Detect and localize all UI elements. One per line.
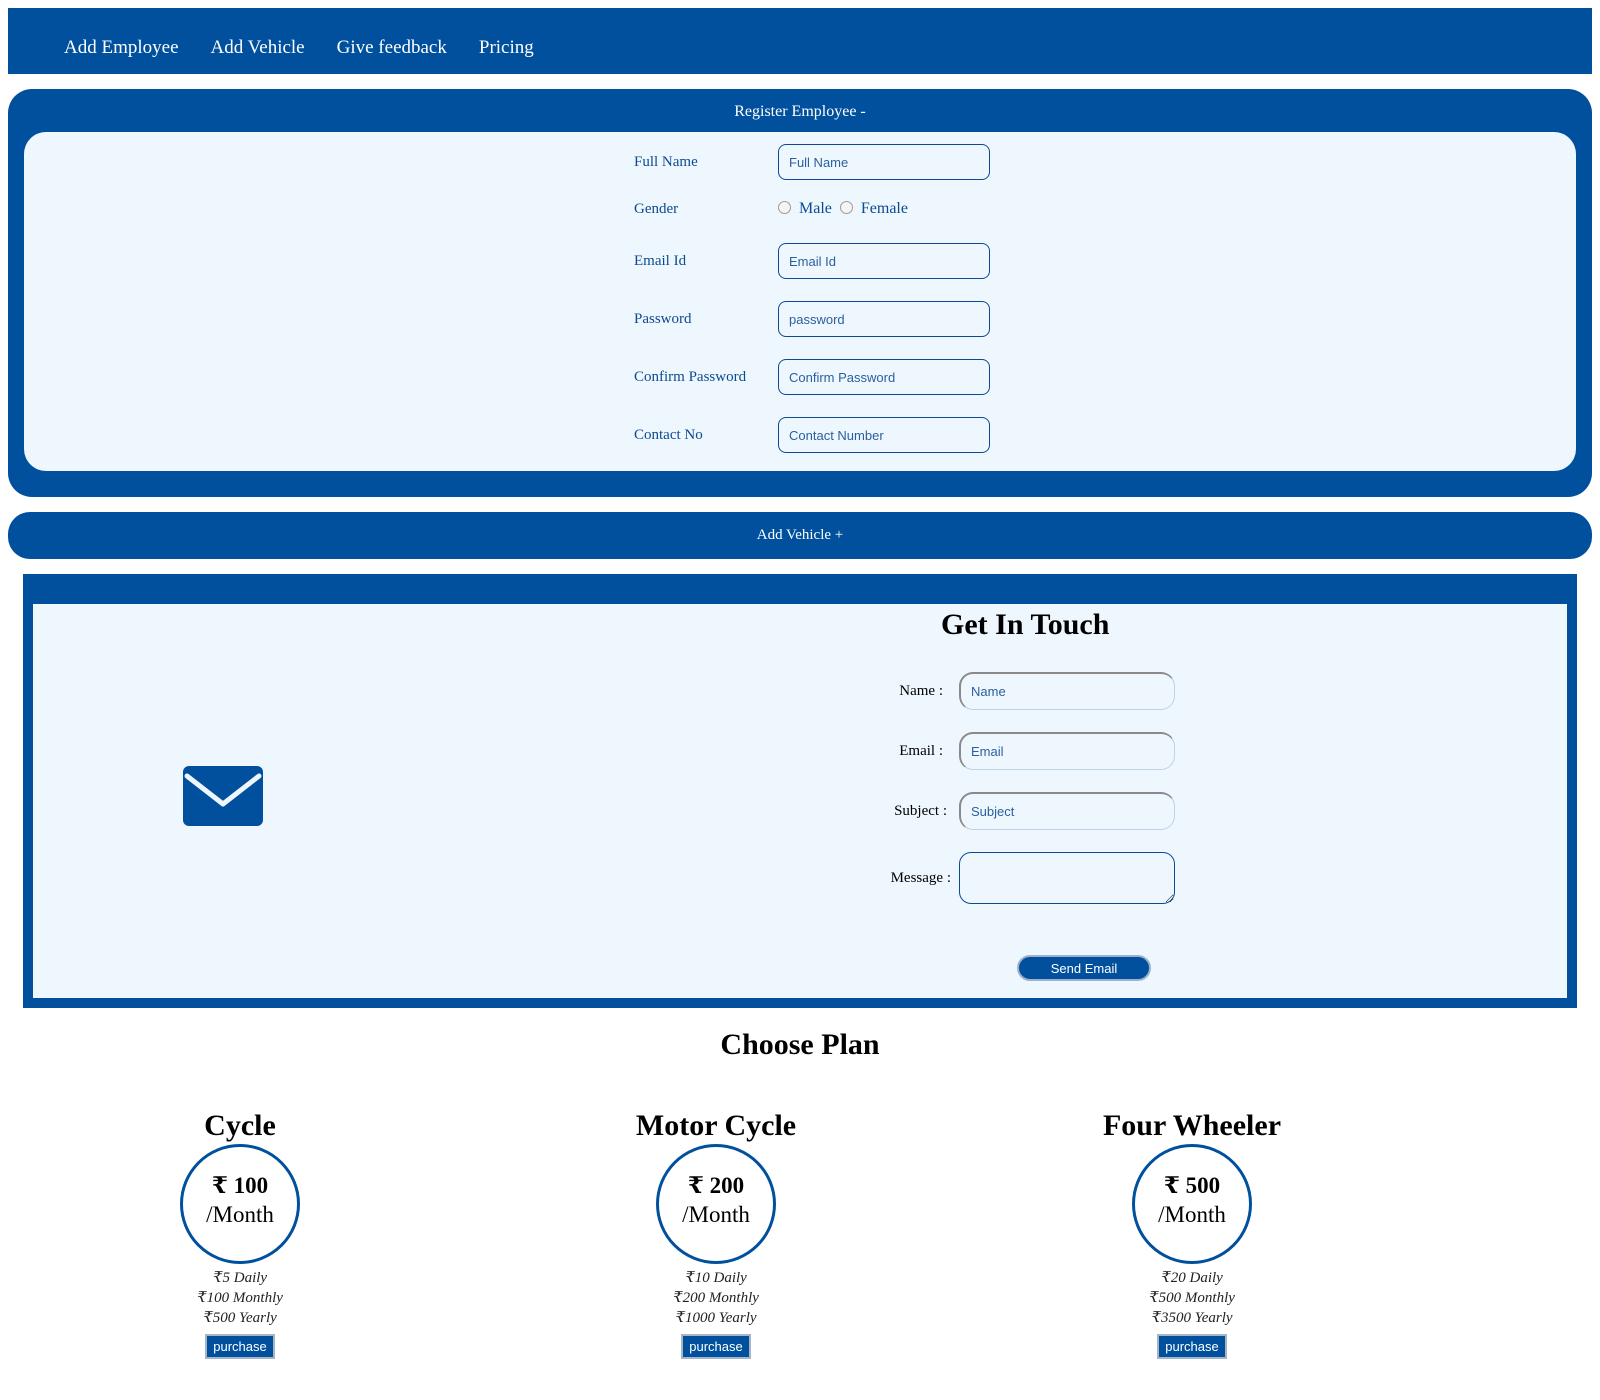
plan-monthly: ₹500 Monthly (1149, 1290, 1235, 1306)
nav-add-vehicle[interactable]: Add Vehicle (211, 37, 305, 59)
contact-panel: Get In Touch Name : Email : Subject : Me… (33, 604, 1567, 998)
contact-number-row: Contact No (634, 417, 990, 453)
nav-pricing[interactable]: Pricing (479, 37, 534, 59)
plan-daily: ₹5 Daily (212, 1270, 268, 1286)
contact-message-label: Message : (890, 869, 951, 886)
confirm-password-input[interactable] (778, 359, 990, 395)
plan-name: Four Wheeler (1102, 1109, 1282, 1142)
plan-yearly: ₹500 Yearly (203, 1310, 277, 1326)
gender-radio-group: Male Female (778, 200, 916, 218)
plan-price: ₹ 100 (211, 1173, 269, 1198)
register-form: Full Name Gender Male Female Email Id Pa… (24, 132, 1576, 471)
password-input[interactable] (778, 301, 990, 337)
email-input[interactable] (778, 243, 990, 279)
purchase-button-motor-cycle[interactable]: purchase (681, 1334, 751, 1359)
plan-details: ₹5 Daily ₹100 Monthly ₹500 Yearly (120, 1268, 360, 1328)
plan-price-circle: ₹ 100 /Month (180, 1144, 300, 1264)
contact-number-input[interactable] (778, 417, 990, 453)
contact-message-textarea[interactable] (959, 852, 1175, 904)
contact-section: Get In Touch Name : Email : Subject : Me… (23, 574, 1577, 1008)
plan-daily: ₹20 Daily (1161, 1270, 1223, 1286)
contact-number-label: Contact No (634, 426, 703, 443)
full-name-row: Full Name (634, 144, 990, 180)
plan-monthly: ₹100 Monthly (197, 1290, 283, 1306)
contact-message-row: Message : (873, 852, 1175, 904)
nav-give-feedback[interactable]: Give feedback (337, 37, 447, 59)
register-employee-panel: Register Employee - Full Name Gender Mal… (8, 89, 1592, 497)
plan-card-cycle: Cycle ₹ 100 /Month ₹5 Daily ₹100 Monthly… (120, 1106, 360, 1359)
nav-add-employee[interactable]: Add Employee (64, 37, 179, 59)
confirm-password-row: Confirm Password (634, 359, 990, 395)
confirm-password-label: Confirm Password (634, 368, 747, 385)
plan-price: ₹ 200 (687, 1173, 745, 1198)
gender-female-radio[interactable] (839, 200, 853, 214)
plan-card-four-wheeler: Four Wheeler ₹ 500 /Month ₹20 Daily ₹500… (1072, 1106, 1312, 1359)
plan-details: ₹10 Daily ₹200 Monthly ₹1000 Yearly (596, 1268, 836, 1328)
contact-email-input[interactable] (959, 732, 1175, 770)
plan-yearly: ₹1000 Yearly (675, 1310, 757, 1326)
contact-subject-row: Subject : (873, 792, 1175, 830)
plan-card-motor-cycle: Motor Cycle ₹ 200 /Month ₹10 Daily ₹200 … (596, 1106, 836, 1359)
full-name-input[interactable] (778, 144, 990, 180)
contact-name-input[interactable] (959, 672, 1175, 710)
plan-period: /Month (682, 1202, 750, 1227)
email-label: Email Id (634, 252, 687, 269)
gender-row: Gender Male Female (634, 200, 916, 218)
contact-subject-label: Subject : (894, 802, 947, 819)
plan-name: Motor Cycle (635, 1109, 797, 1142)
plan-period: /Month (206, 1202, 274, 1227)
contact-email-label: Email : (899, 742, 943, 759)
contact-name-row: Name : (873, 672, 1175, 710)
plan-name: Cycle (204, 1109, 276, 1142)
gender-label: Gender (634, 200, 679, 217)
contact-subject-input[interactable] (959, 792, 1175, 830)
plan-monthly: ₹200 Monthly (673, 1290, 759, 1306)
plan-price-circle: ₹ 500 /Month (1132, 1144, 1252, 1264)
gender-male-label: Male (799, 200, 832, 217)
plan-yearly: ₹3500 Yearly (1151, 1310, 1233, 1326)
choose-plan-title: Choose Plan (720, 1028, 880, 1061)
gender-female-label: Female (860, 200, 908, 217)
send-email-button[interactable]: Send Email (1017, 955, 1151, 981)
plan-period: /Month (1158, 1202, 1226, 1227)
purchase-button-four-wheeler[interactable]: purchase (1157, 1334, 1227, 1359)
add-vehicle-toggle[interactable]: Add Vehicle + (8, 512, 1592, 559)
contact-name-label: Name : (899, 682, 943, 699)
full-name-label: Full Name (634, 153, 698, 170)
contact-email-row: Email : (873, 732, 1175, 770)
plan-price: ₹ 500 (1163, 1173, 1221, 1198)
envelope-icon (183, 766, 263, 826)
plan-details: ₹20 Daily ₹500 Monthly ₹3500 Yearly (1072, 1268, 1312, 1328)
register-employee-title[interactable]: Register Employee - (8, 103, 1592, 121)
plan-daily: ₹10 Daily (685, 1270, 747, 1286)
plan-price-circle: ₹ 200 /Month (656, 1144, 776, 1264)
purchase-button-cycle[interactable]: purchase (205, 1334, 275, 1359)
password-row: Password (634, 301, 990, 337)
password-label: Password (634, 310, 692, 327)
top-navbar: Add Employee Add Vehicle Give feedback P… (8, 8, 1592, 74)
contact-title: Get In Touch (941, 608, 1110, 641)
email-row: Email Id (634, 243, 990, 279)
gender-male-radio[interactable] (778, 200, 791, 214)
